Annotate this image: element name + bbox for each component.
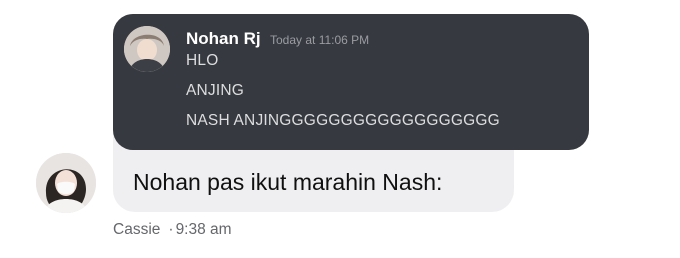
sender-avatar[interactable] (36, 153, 96, 213)
embedded-message-line: ANJING (186, 82, 245, 99)
embedded-author-name: Nohan Rj (186, 29, 261, 48)
message-time: 9:38 am (175, 221, 232, 238)
chat-screenshot: Nohan Rj Today at 11:06 PM HLO ANJING NA… (0, 0, 680, 258)
meta-separator: · (168, 221, 174, 238)
message-meta: Cassie · 9:38 am (113, 221, 232, 239)
embedded-message-line: NASH ANJINGGGGGGGGGGGGGGGGGG (186, 112, 500, 129)
avatar-icon (124, 26, 170, 72)
embedded-timestamp: Today at 11:06 PM (270, 33, 370, 47)
embedded-message-line: HLO (186, 52, 219, 69)
sender-name[interactable]: Cassie (113, 221, 160, 238)
avatar-icon (36, 153, 96, 213)
message-text: Nohan pas ikut marahin Nash: (133, 169, 443, 195)
embedded-author-avatar (124, 26, 170, 72)
